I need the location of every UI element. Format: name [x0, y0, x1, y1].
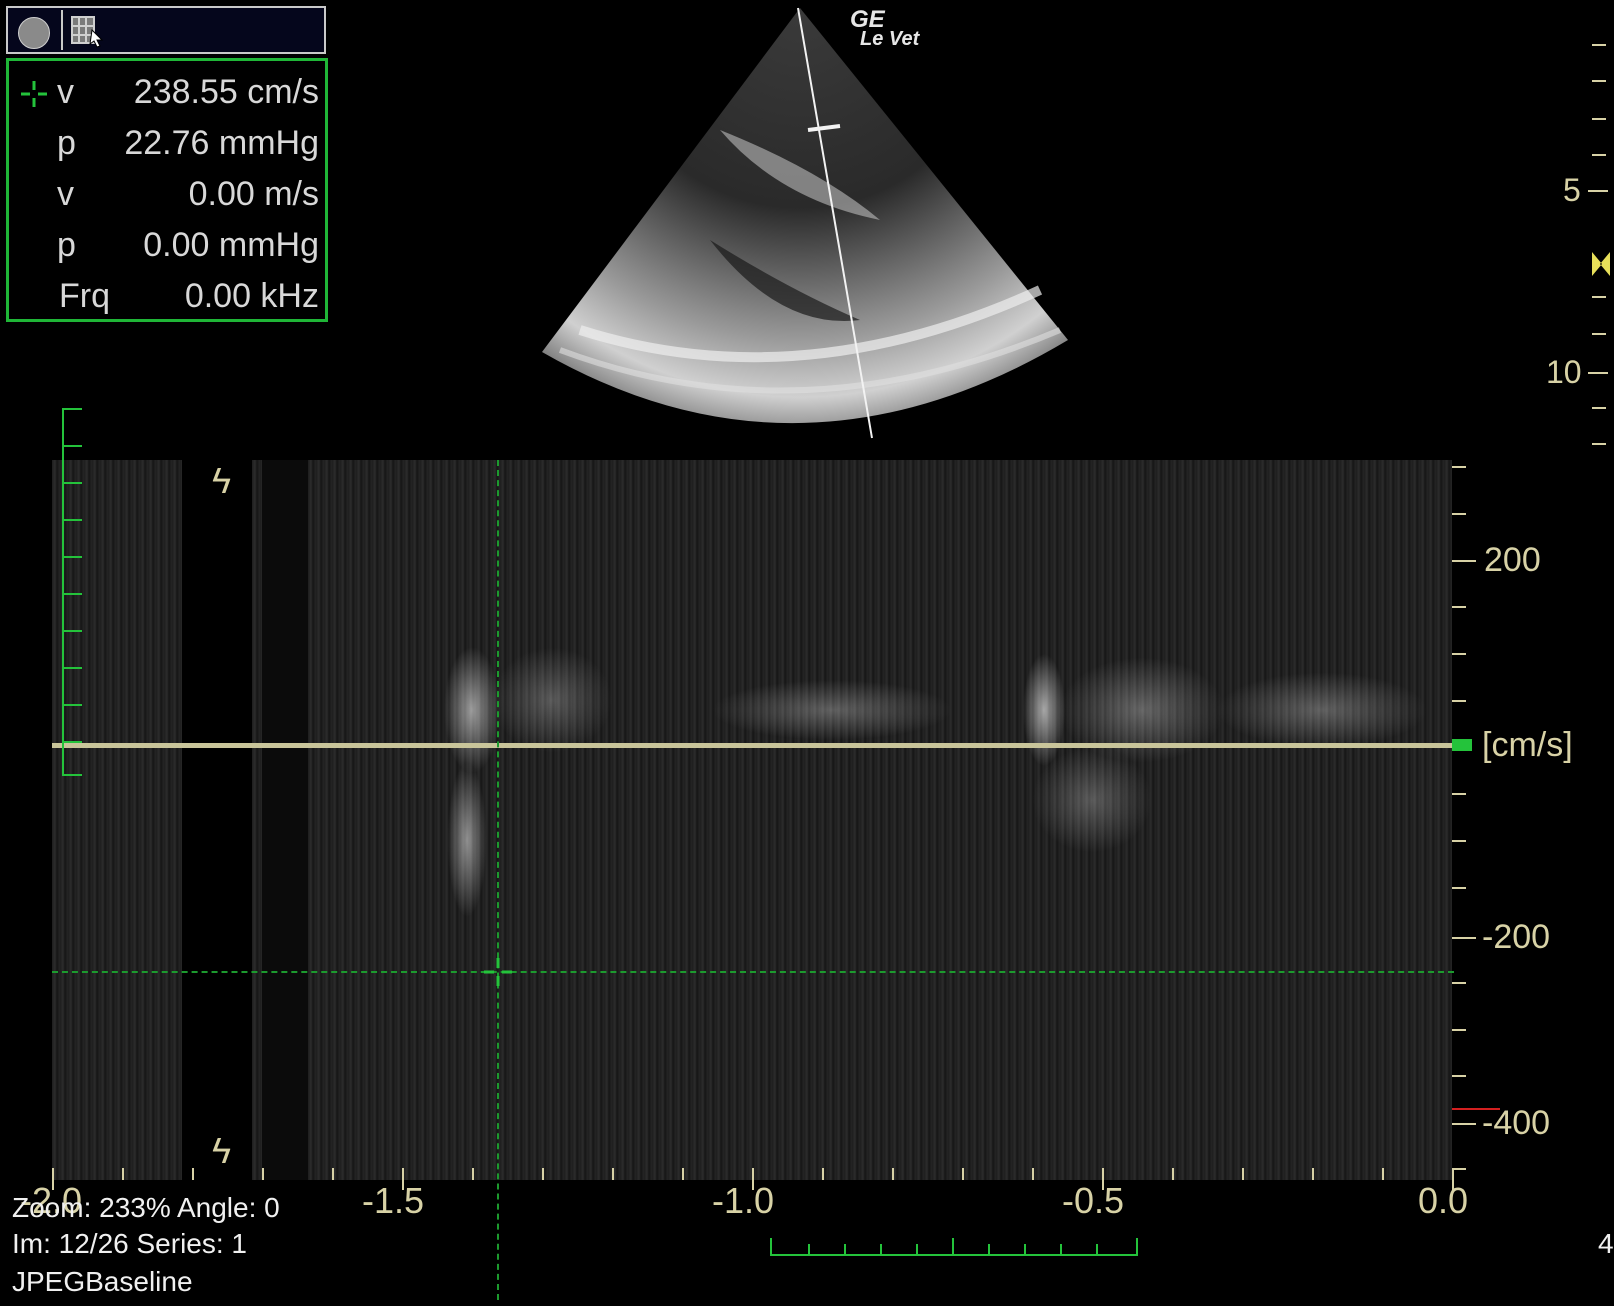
velocity-label: -200: [1482, 918, 1551, 956]
velocity-label: -400: [1482, 1104, 1551, 1142]
edge-label: 4: [1598, 1228, 1614, 1259]
measurement-value: 0.00 mmHg: [143, 226, 319, 264]
measurement-value: 0.00 kHz: [184, 277, 319, 315]
image-grid-icon[interactable]: [70, 14, 106, 48]
measurement-cursor-horizontal[interactable]: [52, 971, 1454, 973]
measurement-label: p: [57, 124, 76, 162]
ecg-scale: [62, 408, 88, 776]
depth-label: 5: [1563, 172, 1581, 208]
crosshair-icon: [21, 81, 47, 107]
spectrum-gap: [262, 460, 308, 1180]
measurement-row: p 22.76 mmHg: [9, 118, 325, 168]
measurement-label: Frq: [59, 277, 110, 315]
ecg-trigger-icon: ϟ: [212, 1130, 232, 1171]
image-series-info: Im: 12/26 Series: 1: [12, 1228, 248, 1259]
measurement-label: v: [57, 175, 74, 213]
measurement-row: Frq 0.00 kHz: [9, 271, 325, 321]
measurement-row: p 0.00 mmHg: [9, 220, 325, 270]
spectrum-baseline[interactable]: [52, 743, 1454, 748]
time-label: -0.5: [1062, 1180, 1125, 1221]
velocity-unit: [cm/s]: [1482, 726, 1573, 764]
depth-label: 10: [1546, 354, 1582, 390]
record-icon[interactable]: [18, 17, 50, 49]
echo-sector-image: [542, 7, 1068, 439]
measurement-label: p: [57, 226, 76, 264]
focus-marker-icon: [1592, 252, 1610, 276]
spectrum-gap: [182, 460, 252, 1180]
measurement-row: v 0.00 m/s: [9, 169, 325, 219]
time-label: -1.5: [362, 1180, 425, 1221]
velocity-label: 200: [1484, 541, 1541, 579]
baseline-marker[interactable]: [1452, 739, 1472, 751]
toolbar-separator: [61, 10, 63, 50]
measurement-value: 0.00 m/s: [188, 175, 319, 213]
zoom-angle-info: Zoom: 233% Angle: 0: [12, 1192, 280, 1223]
measurement-value: 238.55 cm/s: [133, 73, 319, 111]
measurement-cursor-vertical[interactable]: [497, 460, 499, 1300]
ecg-trigger-icon: ϟ: [212, 460, 232, 501]
time-label: -1.0: [712, 1180, 775, 1221]
measurement-row: v 238.55 cm/s: [9, 67, 325, 117]
time-label: 0.0: [1418, 1180, 1469, 1221]
toolbar: [6, 6, 326, 54]
measurement-value: 22.76 mmHg: [124, 124, 319, 162]
format-info: JPEGBaseline: [12, 1266, 193, 1297]
time-scale-bracket: [770, 1238, 1138, 1256]
measurement-label: v: [57, 73, 74, 111]
crosshair-icon[interactable]: [482, 956, 514, 988]
measurement-panel: v 238.55 cm/s p 22.76 mmHg v 0.00 m/s p …: [6, 58, 328, 322]
